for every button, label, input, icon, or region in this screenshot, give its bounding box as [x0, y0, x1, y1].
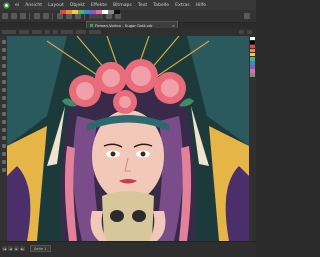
width-field[interactable] — [18, 29, 29, 35]
page-size-field[interactable] — [1, 29, 16, 35]
undo-icon[interactable] — [33, 13, 40, 19]
color-swatch[interactable] — [250, 61, 255, 65]
page-tab[interactable]: Seite 1 — [30, 245, 51, 252]
color-palette-top — [60, 10, 120, 14]
crop-tool-icon[interactable] — [1, 56, 6, 60]
connector-tool-icon[interactable] — [1, 128, 6, 132]
toolbar-separator — [29, 12, 30, 20]
color-swatch[interactable] — [250, 44, 255, 49]
menu-item-help[interactable]: Hilfe — [193, 3, 209, 8]
pick-tool-icon[interactable] — [1, 40, 6, 44]
drawing-canvas[interactable] — [7, 36, 249, 241]
color-swatch[interactable] — [250, 73, 255, 77]
close-icon[interactable]: × — [172, 23, 175, 28]
menu-item-tools[interactable]: Extras — [172, 3, 193, 8]
shape-tool-icon[interactable] — [1, 48, 6, 52]
freehand-tool-icon[interactable] — [1, 72, 6, 76]
page-navigator: |◀ ◀ ▶ ▶| Seite 1 — [2, 245, 51, 252]
rectangle-tool-icon[interactable] — [1, 88, 6, 92]
artwork-illustration — [7, 36, 249, 241]
interactive-fill-tool-icon[interactable] — [1, 160, 6, 164]
first-page-button[interactable]: |◀ — [2, 246, 7, 251]
polygon-tool-icon[interactable] — [1, 104, 6, 108]
color-swatch[interactable] — [114, 10, 120, 14]
eyedropper-tool-icon[interactable] — [1, 152, 6, 156]
color-swatch[interactable] — [250, 40, 255, 45]
zoom-tool-icon[interactable] — [1, 64, 6, 68]
menu-item-layout[interactable]: Layout — [45, 3, 67, 8]
smart-fill-tool-icon[interactable] — [1, 168, 6, 172]
color-swatch[interactable] — [250, 69, 255, 73]
artistic-media-tool-icon[interactable] — [1, 80, 6, 84]
ellipse-tool-icon[interactable] — [1, 96, 6, 100]
menu-item-table[interactable]: Tabelle — [150, 3, 172, 8]
next-page-button[interactable]: ▶ — [14, 246, 19, 251]
color-swatch[interactable] — [250, 48, 255, 53]
document-tab-title: Firmen-Vorlon - Sugar Gott.cdr — [95, 22, 153, 28]
option-icon[interactable] — [239, 29, 244, 35]
duplicate-distance-field[interactable] — [88, 29, 101, 35]
parallel-dimension-tool-icon[interactable] — [1, 120, 6, 124]
color-swatch[interactable] — [250, 52, 255, 57]
menu-item-view[interactable]: Ansicht — [22, 3, 45, 8]
menu-item-object[interactable]: Objekt — [67, 3, 88, 8]
redo-icon[interactable] — [42, 13, 49, 19]
color-swatch[interactable] — [250, 36, 255, 41]
menu-bar: ei Ansicht Layout Objekt Effekte Bitmaps… — [0, 0, 256, 10]
menu-item-effects[interactable]: Effekte — [88, 3, 110, 8]
color-palette-right — [249, 36, 256, 241]
menu-item-bitmaps[interactable]: Bitmaps — [110, 3, 135, 8]
toolbar-separator — [52, 12, 53, 20]
color-swatch[interactable] — [250, 57, 255, 61]
text-tool-icon[interactable] — [1, 112, 6, 116]
document-icon — [90, 23, 93, 27]
height-field[interactable] — [31, 29, 42, 35]
last-page-button[interactable]: ▶| — [20, 246, 25, 251]
orientation-portrait-icon[interactable] — [44, 29, 50, 35]
menu-item-text[interactable]: Text — [135, 3, 150, 8]
launch-icon[interactable] — [244, 13, 250, 19]
app-icon[interactable] — [2, 1, 10, 9]
nudge-field[interactable] — [75, 29, 86, 35]
open-icon[interactable] — [10, 13, 17, 19]
transparency-tool-icon[interactable] — [1, 144, 6, 148]
document-tab[interactable]: Firmen-Vorlon - Sugar Gott.cdr × — [86, 21, 178, 28]
option-icon[interactable] — [247, 29, 252, 35]
previous-page-button[interactable]: ◀ — [8, 246, 13, 251]
new-document-icon[interactable] — [1, 13, 8, 19]
units-dropdown[interactable] — [60, 29, 73, 35]
shadow-tool-icon[interactable] — [1, 136, 6, 140]
menu-item-edit[interactable]: ei — [12, 3, 22, 8]
orientation-landscape-icon[interactable] — [52, 29, 58, 35]
color-swatch[interactable] — [250, 65, 255, 69]
save-icon[interactable] — [19, 13, 26, 19]
status-bar: |◀ ◀ ▶ ▶| Seite 1 — [0, 241, 256, 257]
